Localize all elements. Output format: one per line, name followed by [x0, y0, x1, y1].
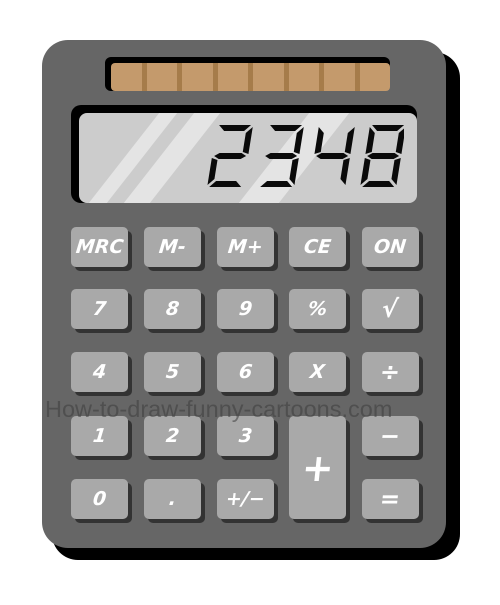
key-label: 2 [164, 425, 181, 447]
display-digit [360, 125, 406, 187]
key-m-plus[interactable]: M+ [217, 227, 274, 267]
key-plus-minus[interactable]: +/− [217, 479, 274, 519]
digit-segment [344, 127, 355, 154]
key-label: 8 [164, 298, 181, 320]
digit-segment [207, 158, 218, 185]
key-label: ÷ [378, 358, 403, 386]
key-four[interactable]: 4 [71, 352, 128, 392]
key-plus[interactable]: + [289, 416, 346, 519]
key-five[interactable]: 5 [144, 352, 201, 392]
key-seven[interactable]: 7 [71, 289, 128, 329]
key-label: 5 [164, 361, 181, 383]
solar-cell [324, 63, 360, 91]
key-label: MRC [74, 236, 125, 258]
key-percent[interactable]: % [289, 289, 346, 329]
key-label: ON [373, 236, 408, 258]
display-digit [207, 125, 253, 187]
digit-segment [214, 153, 247, 159]
key-three[interactable]: 3 [217, 416, 274, 456]
key-zero[interactable]: 0 [71, 479, 128, 519]
digit-segment [265, 153, 298, 159]
key-label: X [309, 361, 326, 383]
key-label: M- [157, 236, 188, 258]
digit-segment [360, 158, 371, 185]
solar-cell [253, 63, 289, 91]
key-one[interactable]: 1 [71, 416, 128, 456]
key-nine[interactable]: 9 [217, 289, 274, 329]
digit-segment [260, 181, 293, 187]
key-label: 0 [91, 488, 108, 510]
solar-cell [147, 63, 182, 91]
solar-cell [111, 63, 147, 91]
key-multiply[interactable]: X [289, 352, 346, 392]
digit-segment [209, 181, 242, 187]
key-label: . [167, 488, 178, 510]
key-label: − [378, 422, 403, 450]
key-ce[interactable]: CE [289, 227, 346, 267]
display-digit [260, 125, 304, 187]
digit-segment [365, 127, 375, 154]
digit-segment [391, 158, 401, 185]
display-readout [204, 124, 406, 190]
digit-segment [242, 127, 253, 154]
key-label: % [306, 298, 329, 320]
key-label: 9 [237, 298, 254, 320]
seven-segment-digits [207, 125, 406, 187]
key-divide[interactable]: ÷ [362, 352, 419, 392]
key-decimal[interactable]: . [144, 479, 201, 519]
solar-cell [360, 63, 391, 91]
key-sqrt[interactable]: √ [362, 289, 419, 329]
digit-segment [314, 127, 324, 154]
key-on[interactable]: ON [362, 227, 419, 267]
digit-segment [372, 125, 405, 131]
digit-segment [340, 158, 350, 185]
key-equals[interactable]: = [362, 479, 419, 519]
key-two[interactable]: 2 [144, 416, 201, 456]
digit-segment [293, 127, 304, 154]
key-mrc[interactable]: MRC [71, 227, 128, 267]
digit-segment [289, 158, 299, 185]
key-six[interactable]: 6 [217, 352, 274, 392]
digit-segment [395, 127, 406, 154]
key-label: √ [381, 295, 400, 323]
display-digit [314, 127, 355, 185]
key-eight[interactable]: 8 [144, 289, 201, 329]
key-label: CE [302, 236, 333, 258]
solar-cell [182, 63, 218, 91]
key-label: 1 [91, 425, 108, 447]
key-label: +/− [224, 488, 267, 510]
key-label: 3 [237, 425, 254, 447]
key-label: 6 [237, 361, 254, 383]
digit-segment [219, 125, 252, 131]
digit-segment [362, 181, 395, 187]
key-label: 7 [91, 298, 108, 320]
key-label: 4 [91, 361, 108, 383]
solar-cell [218, 63, 253, 91]
solar-panel [111, 63, 390, 91]
digit-segment [367, 153, 400, 159]
solar-cell [289, 63, 324, 91]
digit-segment [316, 153, 349, 159]
key-label: M+ [226, 236, 265, 258]
key-m-minus[interactable]: M- [144, 227, 201, 267]
digit-segment [270, 125, 303, 131]
key-label: + [299, 445, 336, 490]
key-minus[interactable]: − [362, 416, 419, 456]
key-label: = [378, 485, 403, 513]
